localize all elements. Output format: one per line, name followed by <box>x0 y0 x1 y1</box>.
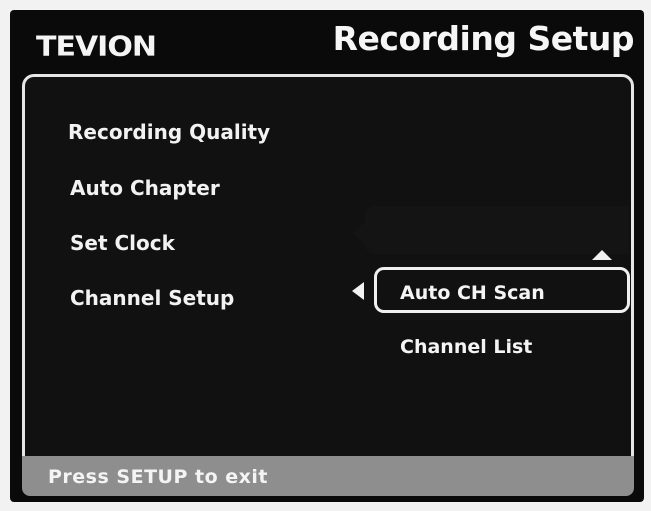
footer-hint: Press SETUP to exit <box>48 466 268 488</box>
submenu-panel <box>365 206 629 254</box>
menu-item-set-clock[interactable]: Set Clock <box>70 233 175 253</box>
scroll-up-arrow-icon[interactable] <box>592 250 612 260</box>
tv-screen: TEVION Recording Setup Recording Quality… <box>10 10 644 502</box>
brand-logo: TEVION <box>36 30 157 63</box>
left-arrow-icon[interactable] <box>352 282 364 300</box>
submenu-item-channel-list[interactable]: Channel List <box>400 338 532 357</box>
header: TEVION Recording Setup <box>10 10 644 72</box>
menu-item-channel-setup[interactable]: Channel Setup <box>70 288 234 308</box>
menu-item-auto-chapter[interactable]: Auto Chapter <box>70 178 220 198</box>
menu-item-recording-quality[interactable]: Recording Quality <box>68 122 270 142</box>
page-title: Recording Setup <box>332 19 635 58</box>
submenu-selected-highlight <box>374 267 630 313</box>
footer-bar: Press SETUP to exit <box>22 456 634 496</box>
